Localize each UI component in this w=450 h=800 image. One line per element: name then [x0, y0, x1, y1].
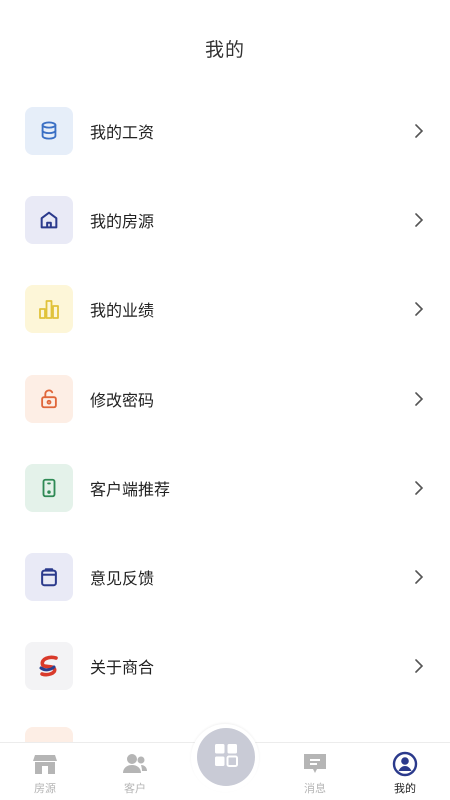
chevron-right-icon [412, 391, 426, 406]
phone-icon [25, 463, 73, 512]
menu-item-salary[interactable]: 我的工资 [0, 86, 450, 175]
page-header: 我的 [0, 0, 450, 96]
center-action-button[interactable] [197, 728, 255, 786]
tab-label: 消息 [304, 783, 326, 795]
chevron-right-icon [412, 481, 426, 495]
tab-listings[interactable]: 房源 [15, 751, 75, 796]
page-title: 我的 [204, 39, 245, 61]
store-icon [32, 751, 58, 777]
grid-icon [213, 742, 239, 773]
chevron-right-icon [412, 213, 426, 227]
database-icon [25, 106, 73, 155]
menu-item-label: 客户端推荐 [90, 481, 171, 499]
menu-item-label: 我的房源 [90, 213, 155, 231]
menu-item-label: 关于商合 [90, 660, 155, 678]
brand-logo-icon [25, 642, 73, 691]
users-icon [122, 751, 148, 777]
bar-chart-icon [25, 285, 73, 334]
tab-messages[interactable]: 消息 [285, 751, 345, 796]
tab-customers[interactable]: 客户 [105, 751, 165, 796]
clipboard-icon [25, 553, 73, 602]
menu-item-performance[interactable]: 我的业绩 [0, 265, 450, 354]
chevron-right-icon [412, 302, 426, 317]
menu-item-label: 我的业绩 [90, 303, 155, 321]
chevron-right-icon [412, 659, 426, 674]
menu-item-about[interactable]: 关于商合 [0, 622, 450, 711]
menu-item-label: 意见反馈 [90, 571, 155, 589]
profile-icon [392, 751, 418, 777]
menu-item-change-password[interactable]: 修改密码 [0, 354, 450, 443]
unlock-icon [25, 374, 73, 423]
tab-mine[interactable]: 我的 [375, 751, 435, 796]
menu-item-label: 我的工资 [90, 124, 155, 142]
menu-item-listings[interactable]: 我的房源 [0, 175, 450, 264]
tab-label: 客户 [124, 783, 146, 795]
settings-menu: 我的工资 我的房源 我的业绩 修改密码 客户端推荐 意见反馈 关于商合 [0, 86, 450, 711]
chevron-right-icon [412, 570, 426, 584]
tab-label: 房源 [34, 783, 56, 795]
chevron-right-icon [412, 123, 426, 138]
message-icon [302, 751, 328, 777]
menu-item-feedback[interactable]: 意见反馈 [0, 532, 450, 621]
menu-item-app-recommend[interactable]: 客户端推荐 [0, 443, 450, 532]
home-icon [25, 195, 73, 244]
menu-item-label: 修改密码 [90, 392, 155, 410]
tab-label: 我的 [394, 783, 416, 795]
